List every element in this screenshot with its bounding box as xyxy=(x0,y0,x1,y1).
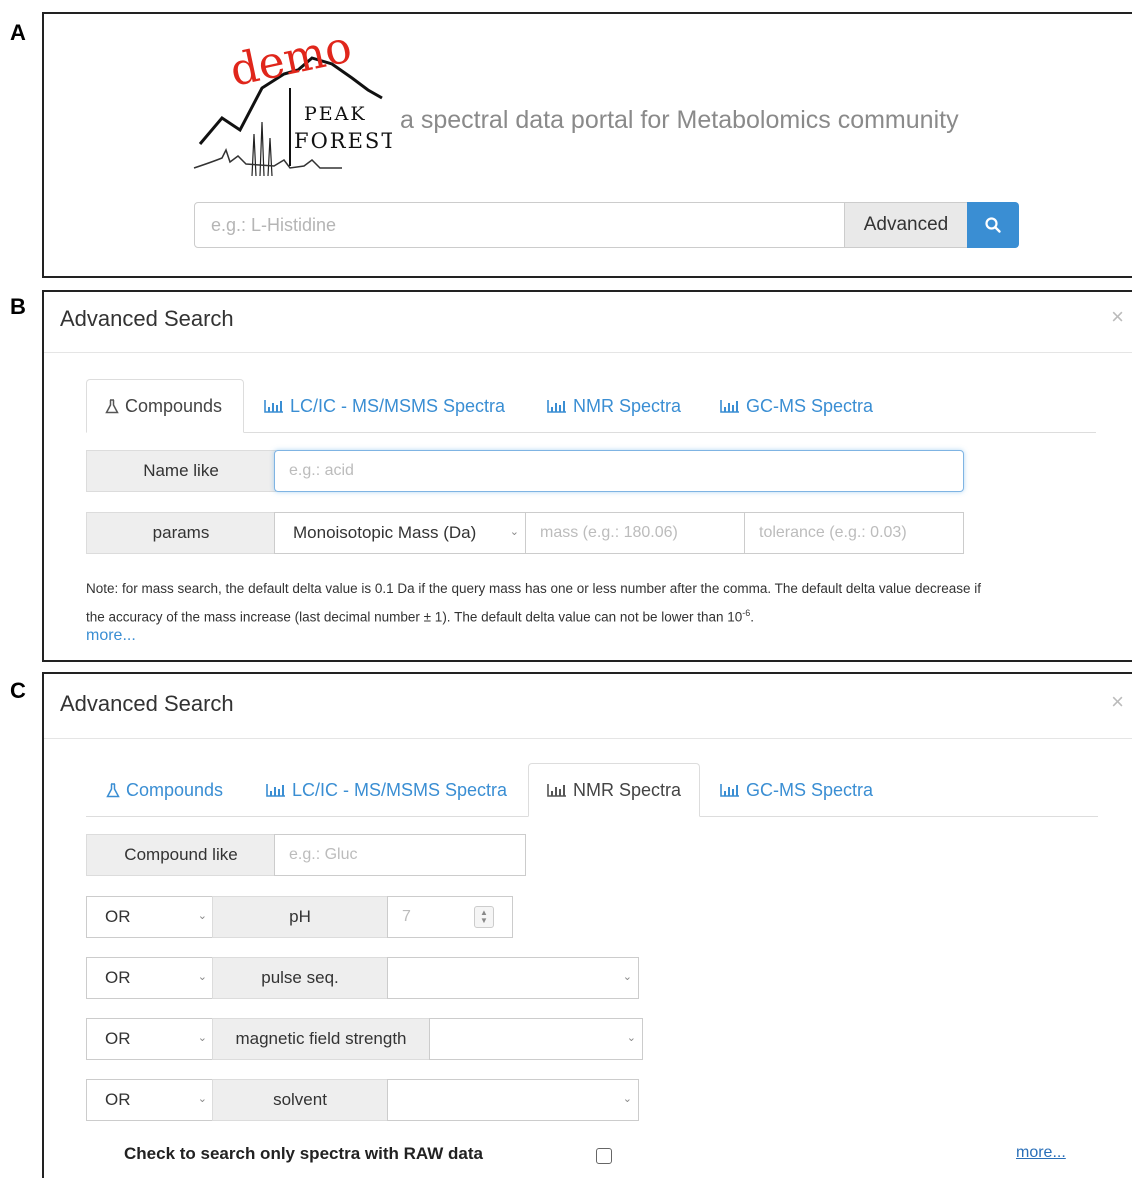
ph-label: pH xyxy=(212,896,388,938)
field-strength-operator-select[interactable]: OR ⌄ xyxy=(86,1018,214,1060)
pulse-seq-select[interactable]: ⌄ xyxy=(387,957,639,999)
close-icon[interactable]: × xyxy=(1111,689,1124,715)
logo-forest-text: FOREST xyxy=(294,129,392,153)
tab-compounds[interactable]: Compounds xyxy=(86,379,244,433)
panel-label-a: A xyxy=(10,20,26,45)
select-value: OR xyxy=(105,907,131,926)
tab-gc-ms[interactable]: GC-MS Spectra xyxy=(720,763,873,817)
bar-chart-icon xyxy=(720,399,740,413)
panel-label-b: B xyxy=(10,294,26,319)
tab-gc-ms[interactable]: GC-MS Spectra xyxy=(720,379,873,433)
search-icon xyxy=(985,217,1001,233)
ph-operator-select[interactable]: OR ⌄ xyxy=(86,896,214,938)
bar-chart-icon xyxy=(720,783,740,797)
name-like-label: Name like xyxy=(86,450,276,492)
portal-tagline: a spectral data portal for Metabolomics … xyxy=(400,106,959,134)
field-strength-select[interactable]: ⌄ xyxy=(429,1018,643,1060)
tolerance-field[interactable] xyxy=(744,512,964,554)
panel-a-home: demo PEAK FOREST a spectral data portal … xyxy=(42,12,1132,278)
tab-lc-ic-ms[interactable]: LC/IC - MS/MSMS Spectra xyxy=(264,379,505,433)
panel-b-advanced-search-compounds: Advanced Search × Compounds LC/IC - MS/M… xyxy=(42,290,1132,662)
close-icon[interactable]: × xyxy=(1111,304,1124,330)
compound-like-label: Compound like xyxy=(86,834,276,876)
solvent-select[interactable]: ⌄ xyxy=(387,1079,639,1121)
advanced-button[interactable]: Advanced xyxy=(844,202,968,248)
raw-data-label: Check to search only spectra with RAW da… xyxy=(124,1144,483,1163)
bar-chart-icon xyxy=(547,783,567,797)
chevron-down-icon: ⌄ xyxy=(622,971,632,983)
params-mass-type-select[interactable]: Monoisotopic Mass (Da) ⌄ xyxy=(274,512,526,554)
note-line-1: Note: for mass search, the default delta… xyxy=(86,581,981,596)
note-line-2: the accuracy of the mass increase (last … xyxy=(86,601,1086,630)
chevron-down-icon: ⌄ xyxy=(197,1093,207,1105)
solvent-operator-select[interactable]: OR ⌄ xyxy=(86,1079,214,1121)
chevron-down-icon: ⌄ xyxy=(626,1032,636,1044)
tab-label: LC/IC - MS/MSMS Spectra xyxy=(292,779,508,800)
stepper-icon[interactable]: ▲ ▼ xyxy=(474,906,494,928)
tab-label: NMR Spectra xyxy=(573,395,682,416)
tab-label: Compounds xyxy=(126,779,224,800)
main-search-box[interactable] xyxy=(194,202,846,248)
header-divider xyxy=(44,352,1132,353)
note-end: . xyxy=(750,609,755,625)
main-search-input[interactable] xyxy=(195,203,845,247)
chevron-down-icon: ⌄ xyxy=(197,910,207,922)
name-like-input[interactable] xyxy=(289,462,963,480)
mass-input[interactable] xyxy=(540,524,744,542)
logo-demo-text: demo xyxy=(226,26,356,97)
name-like-field[interactable] xyxy=(274,450,964,492)
flask-icon xyxy=(106,782,120,798)
modal-title: Advanced Search xyxy=(60,306,234,331)
compound-like-field[interactable] xyxy=(274,834,526,876)
bar-chart-icon xyxy=(547,399,567,413)
select-value: OR xyxy=(105,1090,131,1109)
peakforest-logo: demo PEAK FOREST xyxy=(192,21,395,177)
bar-chart-icon xyxy=(266,783,286,797)
chevron-down-icon: ⌄ xyxy=(509,526,519,538)
panel-c-advanced-search-nmr: Advanced Search × Compounds LC/IC - MS/M… xyxy=(42,672,1132,1178)
tab-label: GC-MS Spectra xyxy=(746,779,874,800)
chevron-down-icon: ⌄ xyxy=(197,971,207,983)
field-strength-label: magnetic field strength xyxy=(212,1018,430,1060)
tab-label: GC-MS Spectra xyxy=(746,395,874,416)
params-label: params xyxy=(86,512,276,554)
chevron-down-icon: ⌄ xyxy=(622,1093,632,1105)
mass-search-note: Note: for mass search, the default delta… xyxy=(86,576,1086,630)
tab-label: LC/IC - MS/MSMS Spectra xyxy=(290,395,506,416)
select-value: Monoisotopic Mass (Da) xyxy=(293,523,477,542)
raw-data-checkbox[interactable] xyxy=(596,1148,612,1164)
modal-title: Advanced Search xyxy=(60,691,234,716)
ph-field[interactable]: ▲▼ xyxy=(387,896,513,938)
pulse-seq-label: pulse seq. xyxy=(212,957,388,999)
chevron-down-icon: ⌄ xyxy=(197,1032,207,1044)
tab-lc-ic-ms[interactable]: LC/IC - MS/MSMS Spectra xyxy=(266,763,507,817)
header-divider xyxy=(44,738,1132,739)
select-value: OR xyxy=(105,1029,131,1048)
tab-label: Compounds xyxy=(125,395,223,416)
bar-chart-icon xyxy=(264,399,284,413)
tolerance-input[interactable] xyxy=(759,524,963,542)
select-value: OR xyxy=(105,968,131,987)
compound-like-input[interactable] xyxy=(289,846,525,864)
flask-icon xyxy=(105,398,119,414)
tab-nmr[interactable]: NMR Spectra xyxy=(547,379,681,433)
logo-peak-text: PEAK xyxy=(304,103,367,125)
tab-compounds[interactable]: Compounds xyxy=(106,763,223,817)
note-line-2-text: the accuracy of the mass increase (last … xyxy=(86,609,743,625)
pulse-seq-operator-select[interactable]: OR ⌄ xyxy=(86,957,214,999)
more-link[interactable]: more... xyxy=(86,627,136,645)
tab-nmr[interactable]: NMR Spectra xyxy=(528,763,700,817)
panel-label-c: C xyxy=(10,678,26,703)
solvent-label: solvent xyxy=(212,1079,388,1121)
mass-field[interactable] xyxy=(525,512,745,554)
tab-label: NMR Spectra xyxy=(573,779,682,800)
more-link[interactable]: more... xyxy=(1016,1144,1066,1162)
search-button[interactable] xyxy=(967,202,1019,248)
ph-input[interactable] xyxy=(402,908,512,926)
